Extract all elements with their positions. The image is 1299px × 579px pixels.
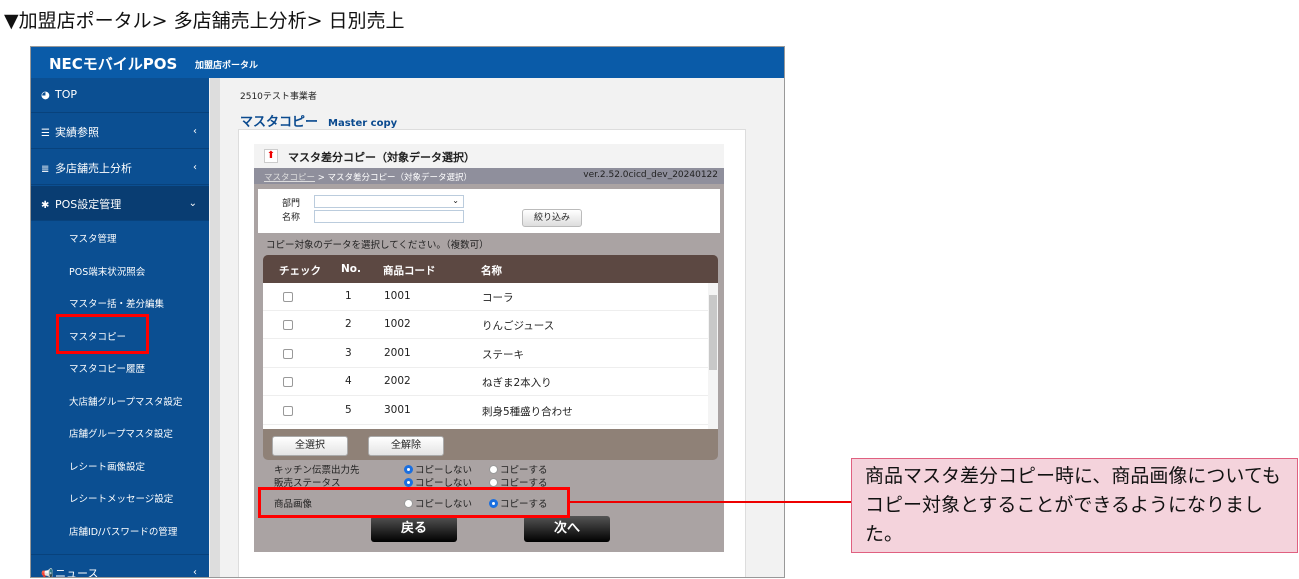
table-body: 1 1001 コーラ 2 1002 りんごジュース 3 2001 ステーキ 4 2002 ねぎま… (263, 283, 718, 429)
instruction-text: コピー対象のデータを選択してください。（複数可） (266, 240, 489, 251)
sidebar-item-multistore[interactable]: ≣ 多店舗売上分析 ‹ (31, 150, 209, 185)
product-table: チェック No. 商品コード 名称 1 1001 コーラ 2 1002 りんごジュース … (263, 255, 718, 460)
page-title: マスタコピー Master copy (240, 111, 397, 130)
sidebar-item-results[interactable]: ☰ 実績参照 ‹ (31, 114, 209, 149)
business-name: 2510テスト事業者 (240, 92, 317, 102)
cell-name: りんごジュース (482, 320, 555, 332)
cell-no: 3 (345, 347, 352, 359)
deselect-all-button[interactable]: 全解除 (368, 436, 444, 456)
chevron-left-icon: ‹ (193, 567, 197, 578)
sidebar-item-label: 実績参照 (55, 126, 99, 139)
box-title-text: マスタ差分コピー（対象データ選択） (288, 151, 475, 164)
chevron-left-icon: ‹ (193, 162, 197, 173)
sidebar-item-top[interactable]: ◕ TOP (31, 78, 209, 113)
submenu-item[interactable]: 大店舗グループマスタ設定 (69, 394, 182, 408)
sidebar-item-news[interactable]: 📢 ニュース ‹ (31, 554, 209, 578)
option-kitchen-slip: キッチン伝票出力先 コピーしない コピーする (274, 462, 574, 476)
cell-code: 1001 (384, 290, 411, 302)
submenu-item[interactable]: 店舗グループマスタ設定 (69, 426, 173, 440)
row-checkbox[interactable] (283, 320, 293, 330)
back-button[interactable]: 戻る (371, 516, 457, 542)
col-check: チェック (279, 265, 321, 277)
gear-icon: ✱ (41, 200, 50, 211)
cell-code: 1002 (384, 318, 411, 330)
submenu-item[interactable]: POS端末状況照会 (69, 264, 145, 278)
page-title-text: マスタコピー (240, 115, 319, 130)
submenu-item[interactable]: レシート画像設定 (69, 459, 145, 473)
table-header: チェック No. 商品コード 名称 (263, 255, 718, 283)
cell-name: ねぎま2本入り (482, 377, 552, 389)
cell-name: コーラ (482, 292, 514, 304)
row-checkbox[interactable] (283, 292, 293, 302)
upload-icon: ⬆ (264, 149, 278, 163)
chevron-left-icon: ‹ (193, 126, 197, 137)
cell-no: 2 (345, 318, 352, 330)
next-button[interactable]: 次へ (524, 516, 610, 542)
table-row[interactable]: 3 2001 ステーキ (263, 340, 708, 368)
cell-no: 4 (345, 375, 352, 387)
page-caption: ▼加盟店ポータル> 多店舗売上分析> 日別売上 (4, 10, 405, 32)
top-header: NECモバイルPOS 加盟店ポータル (31, 47, 784, 78)
box-title: マスタ差分コピー（対象データ選択） (254, 144, 724, 168)
database-icon: ≣ (41, 164, 50, 175)
submenu-item[interactable]: マスタ管理 (69, 231, 117, 245)
name-input[interactable] (314, 210, 464, 223)
sidebar-item-label: POS設定管理 (55, 198, 122, 211)
submenu-item[interactable]: レシートメッセージ設定 (69, 491, 173, 505)
cell-code: 2002 (384, 375, 411, 387)
list-icon: ☰ (41, 128, 50, 139)
sidebar-item-label: TOP (55, 88, 78, 101)
submenu-item[interactable]: 店舗ID/パスワードの管理 (69, 524, 177, 538)
table-row[interactable]: 1 1001 コーラ (263, 283, 708, 311)
cell-no: 5 (345, 404, 352, 416)
sidebar-item-label: 多店舗売上分析 (55, 162, 132, 175)
scrollbar[interactable] (210, 78, 220, 577)
callout-connector (570, 501, 851, 503)
breadcrumb-link[interactable]: マスタコピー (264, 173, 315, 183)
megaphone-icon: 📢 (41, 569, 54, 578)
table-row[interactable]: 5 3001 刺身5種盛り合わせ (263, 397, 708, 425)
table-row[interactable]: 2 1002 りんごジュース (263, 311, 708, 339)
breadcrumb: マスタコピー > マスタ差分コピー（対象データ選択） ver.2.52.0cicd… (254, 168, 724, 184)
cell-name: ステーキ (482, 349, 524, 361)
portal-label: 加盟店ポータル (195, 61, 259, 71)
sidebar-item-label: ニュース (55, 567, 99, 578)
submenu-item[interactable]: マスタコピー履歴 (69, 361, 145, 375)
filter-button[interactable]: 絞り込み (522, 209, 582, 227)
app-logo[interactable]: NECモバイルPOS (49, 53, 177, 74)
cell-code: 3001 (384, 404, 411, 416)
row-checkbox[interactable] (283, 349, 293, 359)
col-name: 名称 (481, 265, 502, 277)
filter-form: 部門 ⌄ 名称 絞り込み (258, 189, 720, 233)
highlight-box (258, 487, 570, 518)
dept-label: 部門 (282, 199, 301, 209)
cell-name: 刺身5種盛り合わせ (482, 406, 573, 418)
cell-no: 1 (345, 290, 352, 302)
option-label: キッチン伝票出力先 (274, 465, 360, 476)
cell-code: 2001 (384, 347, 411, 359)
col-no: No. (341, 263, 361, 275)
table-scrollbar[interactable] (708, 283, 718, 429)
dept-select[interactable]: ⌄ (314, 195, 464, 208)
chevron-down-icon: ⌄ (452, 196, 459, 205)
radio-no-copy[interactable]: コピーしない (404, 462, 472, 476)
row-checkbox[interactable] (283, 377, 293, 387)
callout-note: 商品マスタ差分コピー時に、商品画像についてもコピー対象とすることができるようにな… (851, 458, 1298, 553)
sidebar-item-pos-settings[interactable]: ✱ POS設定管理 ⌄ (31, 186, 209, 221)
name-label: 名称 (282, 213, 301, 223)
radio-copy[interactable]: コピーする (489, 462, 548, 476)
select-all-button[interactable]: 全選択 (272, 436, 348, 456)
submenu-item[interactable]: マスター括・差分編集 (69, 296, 164, 310)
page-subtitle: Master copy (328, 118, 398, 129)
table-row[interactable]: 4 2002 ねぎま2本入り (263, 368, 708, 396)
dashboard-icon: ◕ (41, 90, 50, 101)
chevron-down-icon: ⌄ (188, 198, 197, 209)
version-label: ver.2.52.0cicd_dev_20240122 (583, 170, 718, 180)
row-checkbox[interactable] (283, 406, 293, 416)
highlight-box (56, 314, 149, 354)
col-code: 商品コード (383, 265, 436, 277)
scrollbar-thumb[interactable] (709, 295, 717, 370)
breadcrumb-current: > マスタ差分コピー（対象データ選択） (317, 173, 473, 183)
